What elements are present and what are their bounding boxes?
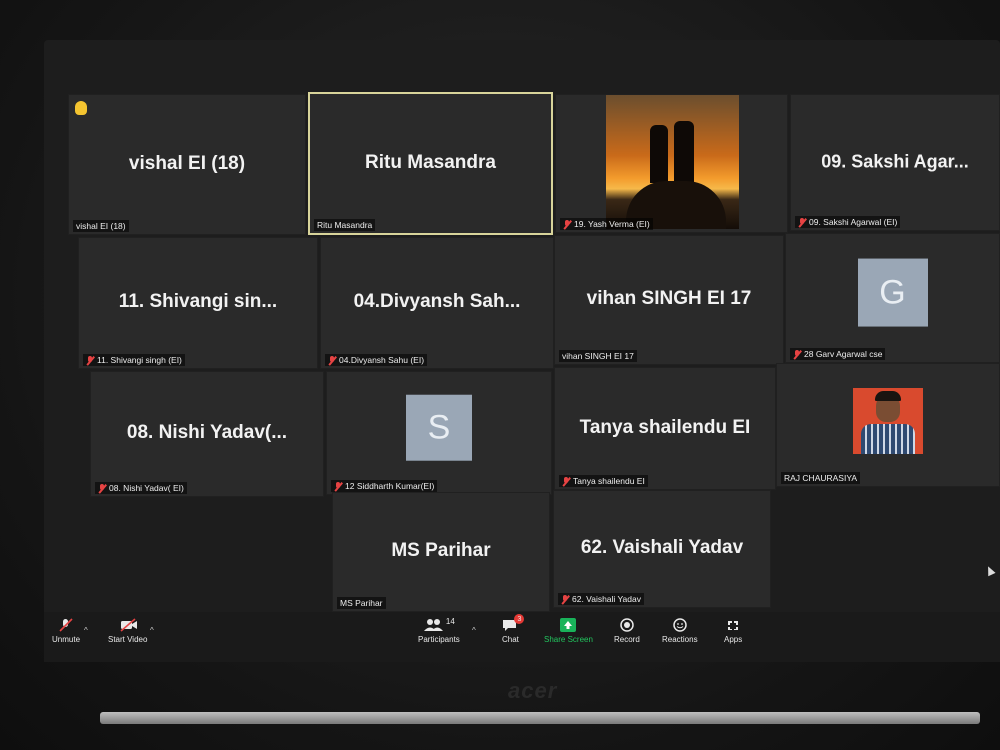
photo-shirt — [861, 424, 915, 454]
apps-button[interactable]: Apps — [724, 618, 742, 644]
reactions-button[interactable]: Reactions — [662, 618, 698, 644]
participant-name-display: Tanya shailendu EI — [579, 416, 751, 438]
video-tile-shivangi[interactable]: 11. Shivangi sin... 11. Shivangi singh (… — [78, 237, 318, 369]
reactions-icon — [672, 618, 688, 632]
meeting-toolbar: Unmute ^ Start Video ^ 14 Participants ^… — [44, 612, 1000, 662]
mic-muted-icon — [58, 618, 74, 632]
participant-name-label: MS Parihar — [337, 597, 386, 609]
participants-button[interactable]: 14 Participants — [418, 617, 460, 644]
share-screen-button[interactable]: Share Screen — [544, 618, 593, 644]
share-screen-label: Share Screen — [544, 635, 593, 644]
participant-name-label: RAJ CHAURASIYA — [781, 472, 861, 484]
mic-muted-icon — [98, 483, 106, 493]
video-tile-ritu[interactable]: Ritu Masandra Ritu Masandra — [308, 92, 553, 235]
mic-muted-icon — [562, 476, 570, 486]
participants-count: 14 — [445, 617, 455, 626]
chat-icon: 3 — [502, 614, 525, 632]
participant-name-label: 09. Sakshi Agarwal (EI) — [795, 216, 901, 228]
participant-name-label: 62. Vaishali Yadav — [558, 593, 644, 605]
video-off-icon — [120, 618, 137, 632]
record-label: Record — [614, 635, 640, 644]
participant-name-display: 09. Sakshi Agar... — [821, 150, 969, 171]
participant-name-label: vihan SINGH EI 17 — [559, 350, 637, 362]
reactions-label: Reactions — [662, 635, 698, 644]
video-tile-vishal[interactable]: vishal EI (18) vishal EI (18) — [68, 94, 306, 235]
participant-name-label: 08. Nishi Yadav( EI) — [95, 482, 187, 494]
participant-name-label: Tanya shailendu EI — [559, 475, 648, 487]
participant-name-label: Ritu Masandra — [314, 219, 376, 231]
mic-muted-icon — [793, 349, 801, 359]
laptop-hinge — [100, 712, 980, 724]
audio-options-chevron-icon[interactable]: ^ — [84, 626, 88, 635]
video-tile-vihan[interactable]: vihan SINGH EI 17 vihan SINGH EI 17 — [554, 235, 784, 365]
silhouette-figure — [650, 125, 668, 183]
silhouette-figure — [674, 121, 694, 183]
meeting-window: vishal EI (18) vishal EI (18) Ritu Masan… — [44, 40, 1000, 662]
raised-hand-icon — [75, 101, 87, 115]
video-tile-raj[interactable]: RAJ CHAURASIYA — [776, 363, 1000, 487]
participant-name-label: vishal EI (18) — [73, 220, 129, 232]
chat-button[interactable]: 3 Chat — [502, 614, 525, 644]
participant-name-label: 19. Yash Verma (EI) — [560, 218, 653, 230]
video-tile-parihar[interactable]: MS Parihar MS Parihar — [332, 492, 550, 612]
participant-name-display: MS Parihar — [391, 539, 491, 561]
mic-muted-icon — [328, 355, 336, 365]
participant-name-display: 11. Shivangi sin... — [118, 290, 278, 312]
unmute-button[interactable]: Unmute — [52, 618, 80, 644]
participant-name-display: 08. Nishi Yadav(... — [126, 421, 288, 443]
participants-options-chevron-icon[interactable]: ^ — [472, 626, 476, 635]
video-tile-siddharth[interactable]: S 12 Siddharth Kumar(EI) — [326, 371, 552, 495]
video-tile-sakshi[interactable]: 09. Sakshi Agar... 09. Sakshi Agarwal (E… — [790, 94, 1000, 231]
mic-muted-icon — [86, 355, 94, 365]
photo-hair — [875, 391, 901, 401]
video-tile-nishi[interactable]: 08. Nishi Yadav(... 08. Nishi Yadav( EI) — [90, 371, 324, 497]
participant-name-display: vihan SINGH EI 17 — [586, 287, 752, 309]
laptop-brand-logo: acer — [508, 678, 558, 703]
chat-unread-badge: 3 — [514, 614, 525, 624]
avatar: G — [857, 258, 928, 327]
start-video-label: Start Video — [108, 635, 148, 644]
participant-photo — [606, 95, 739, 229]
chat-label: Chat — [502, 635, 519, 644]
participant-name-label: 04.Divyansh Sahu (EI) — [325, 354, 428, 366]
participant-name-display: vishal EI (18) — [128, 152, 246, 174]
avatar: S — [406, 394, 472, 461]
participants-label: Participants — [418, 635, 460, 644]
record-icon — [619, 618, 635, 632]
video-tile-tanya[interactable]: Tanya shailendu EI Tanya shailendu EI — [554, 367, 776, 490]
record-button[interactable]: Record — [614, 618, 640, 644]
apps-label: Apps — [724, 635, 743, 644]
video-tile-yash[interactable]: 19. Yash Verma (EI) — [555, 94, 788, 233]
participant-photo — [853, 388, 923, 454]
video-tile-garv[interactable]: G 28 Garv Agarwal cse — [785, 233, 1000, 363]
participant-name-label: 11. Shivangi singh (EI) — [83, 354, 185, 366]
video-options-chevron-icon[interactable]: ^ — [150, 626, 154, 635]
video-tile-vaishali[interactable]: 62. Vaishali Yadav 62. Vaishali Yadav — [553, 490, 771, 608]
mic-muted-icon — [561, 594, 569, 604]
participants-icon: 14 — [423, 617, 455, 632]
mic-muted-icon — [563, 219, 571, 229]
mic-muted-icon — [334, 481, 342, 491]
mic-muted-icon — [798, 217, 806, 227]
start-video-button[interactable]: Start Video — [108, 618, 147, 644]
participant-name-label: 28 Garv Agarwal cse — [790, 348, 886, 360]
participant-name-display: 04.Divyansh Sah... — [353, 290, 521, 312]
apps-icon — [725, 618, 741, 632]
participant-name-label: 12 Siddharth Kumar(EI) — [331, 480, 438, 492]
participant-name-display: 62. Vaishali Yadav — [580, 536, 744, 558]
video-tile-divyansh[interactable]: 04.Divyansh Sah... 04.Divyansh Sahu (EI) — [320, 237, 554, 369]
share-screen-icon — [560, 618, 577, 632]
participant-name-display: Ritu Masandra — [365, 151, 496, 173]
unmute-label: Unmute — [52, 635, 81, 644]
